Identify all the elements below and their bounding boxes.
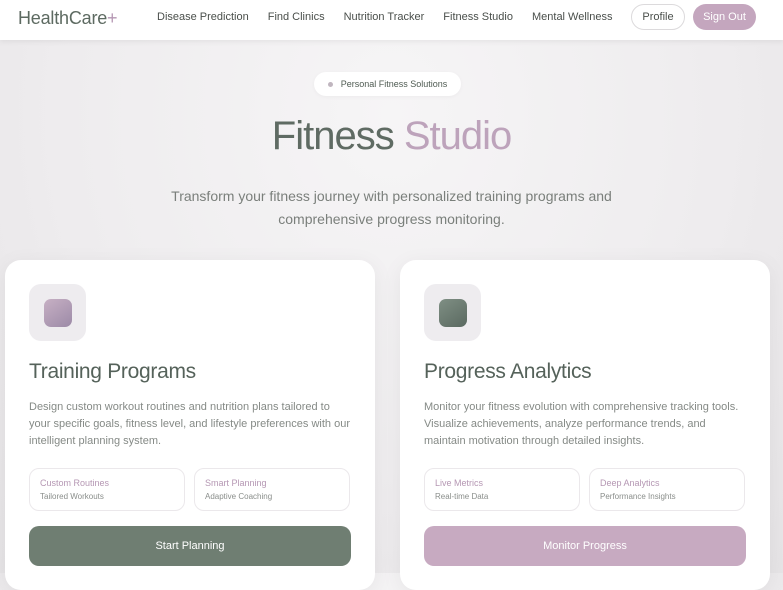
training-programs-title: Training Programs: [29, 360, 196, 383]
feature-subtitle: Adaptive Coaching: [205, 492, 273, 501]
progress-analytics-card: Progress Analytics Monitor your fitness …: [400, 260, 770, 590]
description-line: maintain motivation through detailed ins…: [424, 435, 645, 447]
logo-plus: +: [107, 8, 118, 28]
progress-analytics-description: Monitor your fitness evolution with comp…: [424, 399, 754, 450]
nav-links: Disease Prediction Find Clinics Nutritio…: [157, 11, 631, 23]
feature-subtitle: Tailored Workouts: [40, 492, 104, 501]
badge-dot-icon: [327, 81, 333, 87]
description-line: your specific goals, fitness level, and …: [29, 418, 350, 430]
monitor-progress-button[interactable]: Monitor Progress: [424, 526, 746, 566]
nav-link-find-clinics[interactable]: Find Clinics: [268, 11, 325, 23]
description-line: Monitor your fitness evolution with comp…: [424, 401, 739, 413]
progress-analytics-icon: [424, 284, 481, 341]
feature-subtitle: Performance Insights: [600, 492, 676, 501]
page-subtitle-line-2: comprehensive progress monitoring.: [278, 211, 505, 227]
hero-badge: Personal Fitness Solutions: [314, 72, 461, 96]
feature-subtitle: Real-time Data: [435, 492, 489, 501]
training-programs-description: Design custom workout routines and nutri…: [29, 399, 359, 450]
nav-link-mental-wellness[interactable]: Mental Wellness: [532, 11, 613, 23]
training-square-icon: [43, 298, 72, 327]
page-title: Fitness Studio: [0, 114, 783, 159]
top-navbar: HealthCare+ Disease Prediction Find Clin…: [0, 0, 783, 40]
page-subtitle: Transform your fitness journey with pers…: [0, 185, 783, 231]
page-title-main: Fitness: [271, 114, 404, 158]
description-line: Design custom workout routines and nutri…: [29, 401, 330, 413]
profile-button[interactable]: Profile: [631, 4, 685, 30]
analytics-square-icon: [438, 298, 467, 327]
feature-title: Live Metrics: [435, 478, 484, 488]
feature-title: Custom Routines: [40, 478, 110, 488]
logo-text: HealthCare: [18, 8, 108, 28]
feature-title: Smart Planning: [205, 478, 267, 488]
nav-link-fitness-studio[interactable]: Fitness Studio: [443, 11, 513, 23]
progress-analytics-title: Progress Analytics: [424, 360, 592, 383]
hero-badge-label: Personal Fitness Solutions: [340, 79, 448, 89]
description-line: intelligent planning system.: [29, 435, 162, 447]
description-line: Visualize achievements, analyze performa…: [424, 418, 706, 430]
logo[interactable]: HealthCare+: [18, 8, 118, 29]
sign-out-button[interactable]: Sign Out: [693, 4, 756, 30]
feature-custom-routines: Custom Routines Tailored Workouts: [29, 468, 185, 511]
page-subtitle-line-1: Transform your fitness journey with pers…: [171, 188, 612, 204]
feature-deep-analytics: Deep Analytics Performance Insights: [589, 468, 745, 511]
training-programs-card: Training Programs Design custom workout …: [5, 260, 375, 590]
nav-link-nutrition-tracker[interactable]: Nutrition Tracker: [344, 11, 425, 23]
feature-live-metrics: Live Metrics Real-time Data: [424, 468, 580, 511]
feature-smart-planning: Smart Planning Adaptive Coaching: [194, 468, 350, 511]
nav-link-disease-prediction[interactable]: Disease Prediction: [157, 11, 249, 23]
page-title-accent: Studio: [403, 114, 512, 158]
training-programs-icon: [29, 284, 86, 341]
start-planning-button[interactable]: Start Planning: [29, 526, 351, 566]
feature-title: Deep Analytics: [600, 478, 660, 488]
